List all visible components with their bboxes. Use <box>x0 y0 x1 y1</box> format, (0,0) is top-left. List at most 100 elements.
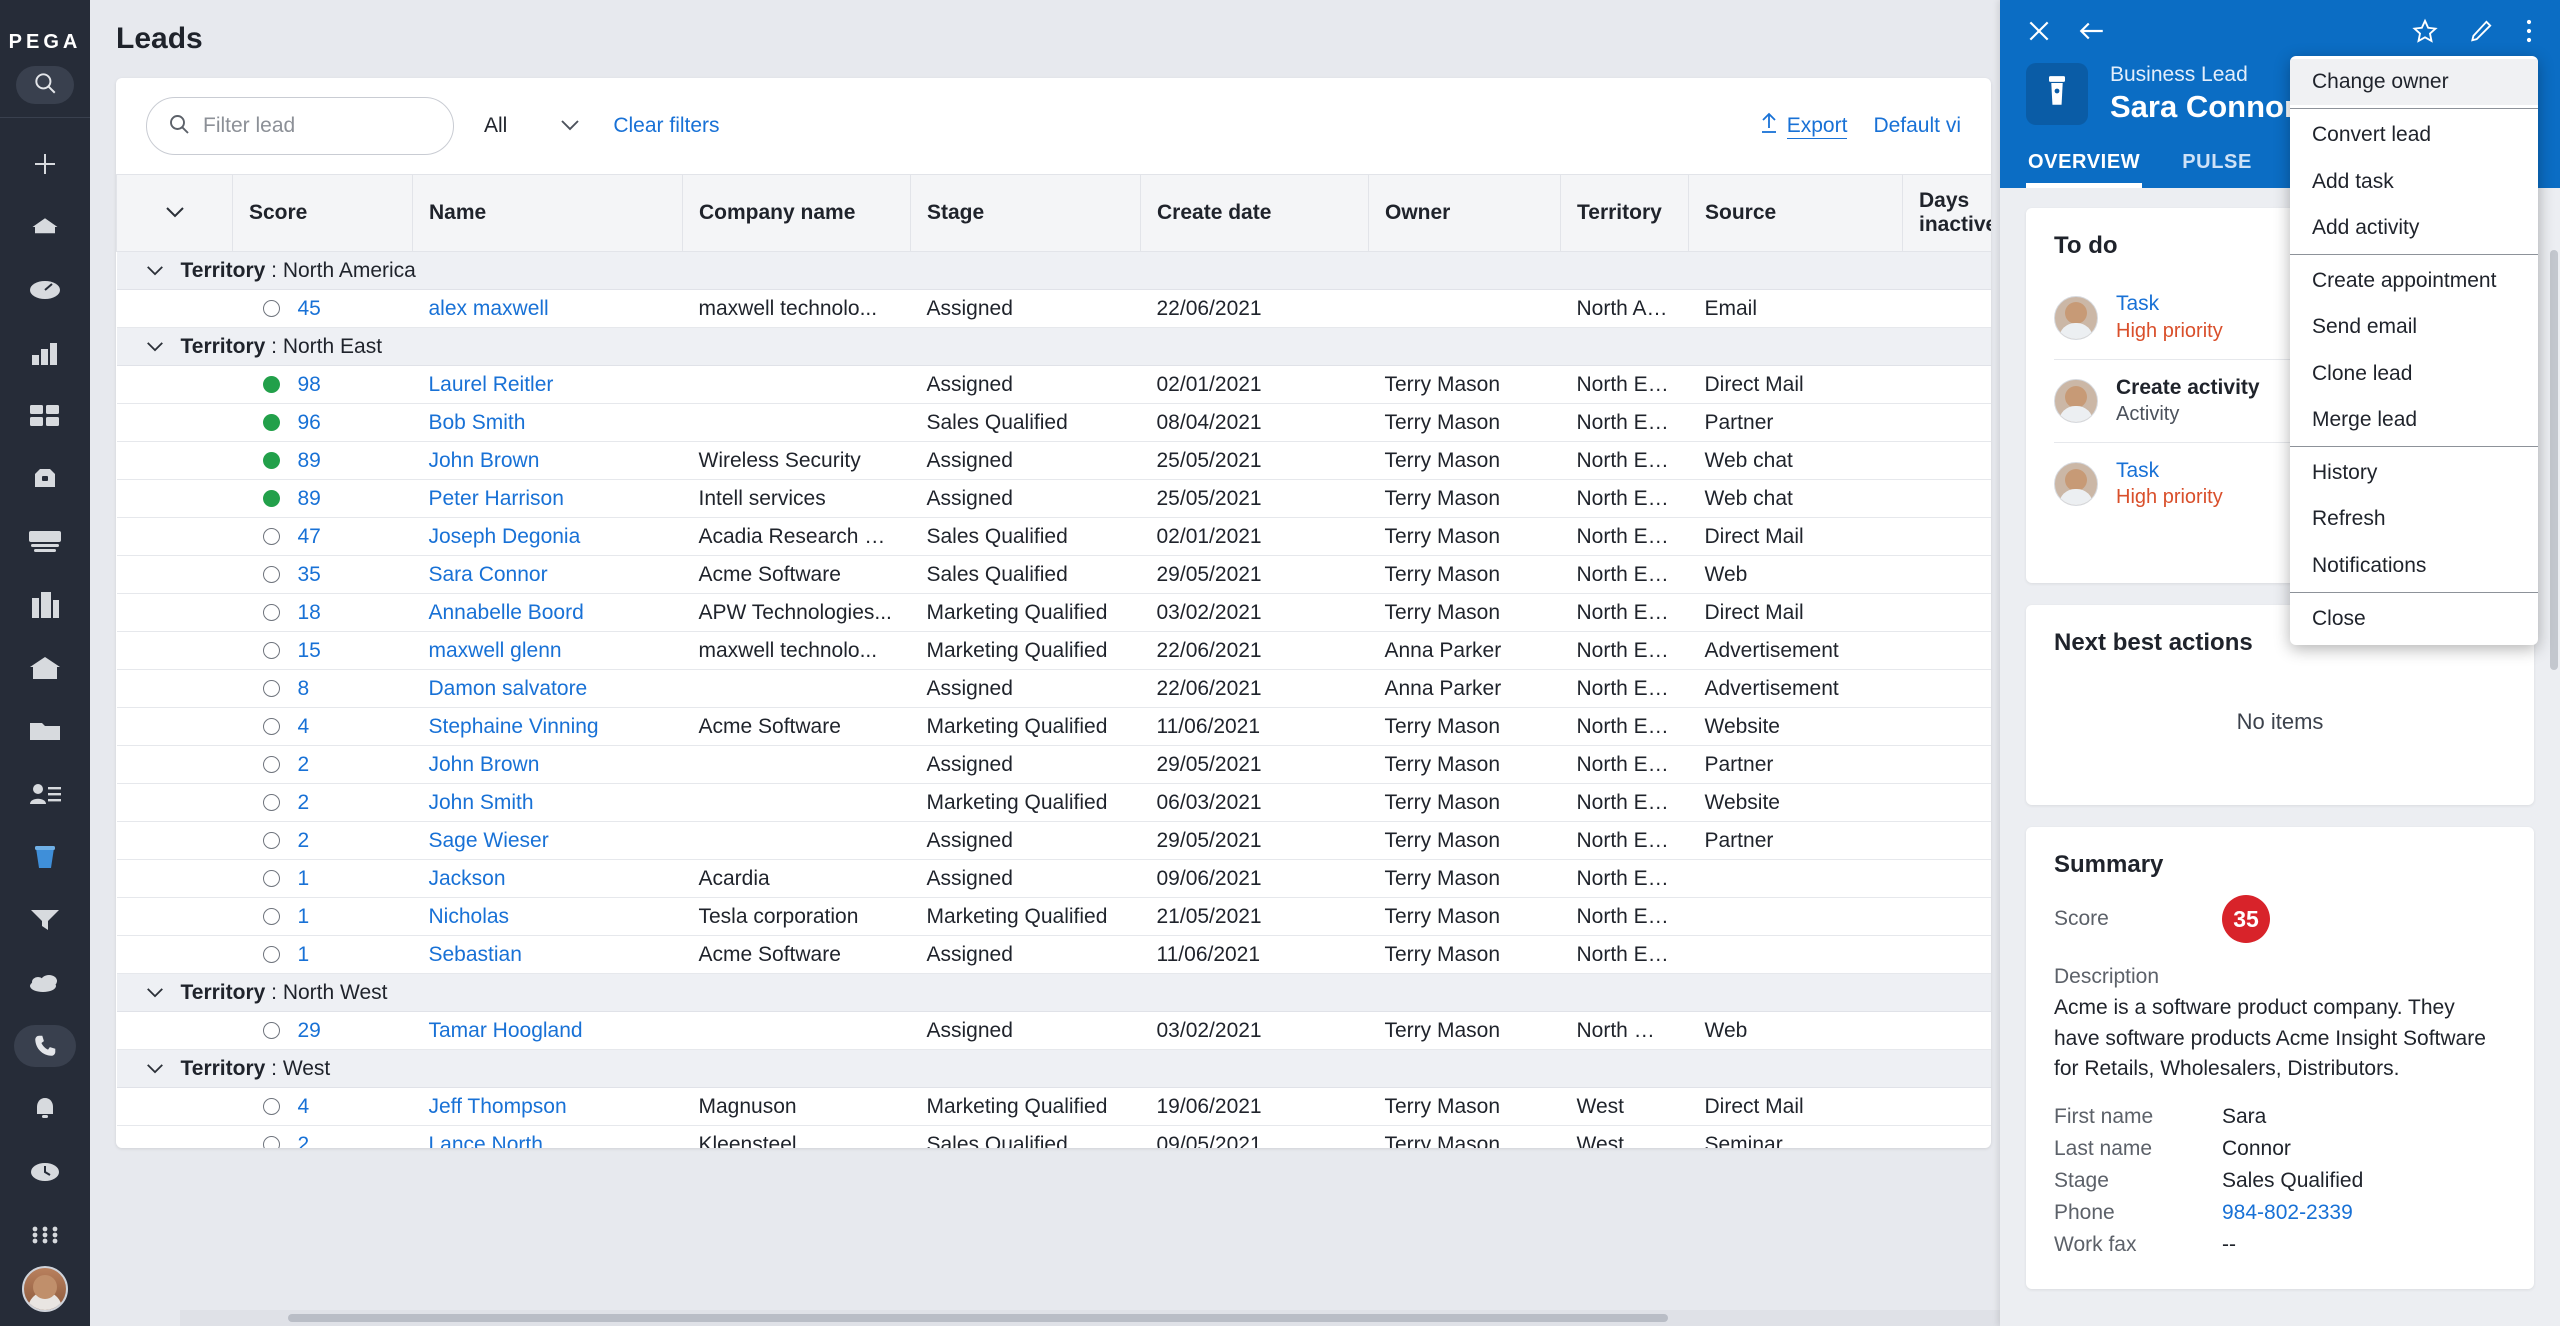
lead-name-link[interactable]: Annabelle Boord <box>429 601 584 624</box>
menu-item-refresh[interactable]: Refresh <box>2290 496 2538 542</box>
sidebar-item-accounts[interactable] <box>0 636 90 699</box>
lead-name-link[interactable]: Sage Wieser <box>429 829 549 852</box>
lead-name-link[interactable]: Tamar Hoogland <box>429 1019 583 1042</box>
column-header-create-date[interactable]: Create date <box>1141 175 1369 252</box>
score-link[interactable]: 45 <box>298 297 321 321</box>
chevron-down-icon[interactable] <box>145 335 165 358</box>
tab-overview[interactable]: OVERVIEW <box>2026 143 2142 188</box>
column-header-expand[interactable] <box>117 175 233 252</box>
menu-item-notifications[interactable]: Notifications <box>2290 543 2538 589</box>
table-row[interactable]: 35Sara ConnorAcme SoftwareSales Qualifie… <box>117 556 1992 594</box>
score-link[interactable]: 35 <box>298 563 321 587</box>
lead-name-link[interactable]: alex maxwell <box>429 297 549 320</box>
column-header-company-name[interactable]: Company name <box>683 175 911 252</box>
score-link[interactable]: 18 <box>298 601 321 625</box>
horizontal-scrollbar[interactable] <box>180 1310 2090 1326</box>
lead-name-link[interactable]: Jackson <box>429 867 506 890</box>
lead-name-link[interactable]: Lance North <box>429 1133 543 1148</box>
todo-item-title[interactable]: Task <box>2116 459 2159 482</box>
sidebar-item-documents[interactable] <box>0 699 90 762</box>
table-row[interactable]: 89Peter HarrisonIntell servicesAssigned2… <box>117 480 1992 518</box>
lead-name-link[interactable]: John Brown <box>429 449 540 472</box>
lead-name-link[interactable]: Laurel Reitler <box>429 373 554 396</box>
sidebar-item-opportunities[interactable] <box>0 447 90 510</box>
score-link[interactable]: 47 <box>298 525 321 549</box>
sidebar-item-home[interactable] <box>0 195 90 258</box>
sidebar-item-recents[interactable] <box>0 1140 90 1203</box>
table-row[interactable]: 29Tamar HooglandAssigned03/02/2021Terry … <box>117 1012 1992 1050</box>
column-header-name[interactable]: Name <box>413 175 683 252</box>
table-group-row[interactable]: Territory : North East <box>117 328 1992 366</box>
sidebar-item-apps[interactable] <box>0 384 90 447</box>
sidebar-item-calls[interactable] <box>0 1014 90 1077</box>
table-row[interactable]: 2Sage WieserAssigned29/05/2021Terry Maso… <box>117 822 1992 860</box>
table-group-row[interactable]: Territory : North West <box>117 974 1992 1012</box>
export-button[interactable]: Export <box>1759 112 1848 140</box>
score-link[interactable]: 89 <box>298 487 321 511</box>
menu-item-add-activity[interactable]: Add activity <box>2290 205 2538 251</box>
sidebar-item-forecast[interactable] <box>0 951 90 1014</box>
table-row[interactable]: 89John BrownWireless SecurityAssigned25/… <box>117 442 1992 480</box>
table-row[interactable]: 2John BrownAssigned29/05/2021Terry Mason… <box>117 746 1992 784</box>
tab-pulse[interactable]: PULSE <box>2180 143 2254 188</box>
score-link[interactable]: 15 <box>298 639 321 663</box>
lead-name-link[interactable]: Sara Connor <box>429 563 548 586</box>
score-link[interactable]: 29 <box>298 1019 321 1043</box>
clear-filters-button[interactable]: Clear filters <box>613 114 719 138</box>
table-row[interactable]: 96Bob SmithSales Qualified08/04/2021Terr… <box>117 404 1992 442</box>
filter-lead-container[interactable] <box>146 97 454 155</box>
star-icon[interactable] <box>2412 18 2438 44</box>
lead-name-link[interactable]: Jeff Thompson <box>429 1095 567 1118</box>
lead-name-link[interactable]: Joseph Degonia <box>429 525 581 548</box>
summary-field-value[interactable]: 984-802-2339 <box>2222 1201 2353 1225</box>
sidebar-item-reports[interactable] <box>0 321 90 384</box>
score-link[interactable]: 96 <box>298 411 321 435</box>
sidebar-item-leads[interactable] <box>0 825 90 888</box>
table-row[interactable]: 45alex maxwellmaxwell technolo...Assigne… <box>117 290 1992 328</box>
avatar[interactable] <box>22 1266 68 1312</box>
column-header-source[interactable]: Source <box>1689 175 1903 252</box>
score-link[interactable]: 2 <box>298 753 310 777</box>
menu-item-convert-lead[interactable]: Convert lead <box>2290 112 2538 158</box>
column-header-days-inactive[interactable]: Days inactive <box>1903 175 1992 252</box>
column-header-score[interactable]: Score <box>233 175 413 252</box>
table-group-row[interactable]: Territory : West <box>117 1050 1992 1088</box>
sidebar-item-organizations[interactable] <box>0 573 90 636</box>
todo-item-title[interactable]: Task <box>2116 292 2159 315</box>
chevron-down-icon[interactable] <box>145 1057 165 1080</box>
panel-vertical-scrollbar[interactable] <box>2550 250 2558 670</box>
menu-item-history[interactable]: History <box>2290 450 2538 496</box>
score-link[interactable]: 1 <box>298 905 310 929</box>
column-header-territory[interactable]: Territory <box>1561 175 1689 252</box>
score-link[interactable]: 98 <box>298 373 321 397</box>
scrollbar-thumb[interactable] <box>288 1314 1668 1322</box>
table-row[interactable]: 15maxwell glennmaxwell technolo...Market… <box>117 632 1992 670</box>
lead-name-link[interactable]: Damon salvatore <box>429 677 588 700</box>
table-row[interactable]: 4Stephaine VinningAcme SoftwareMarketing… <box>117 708 1992 746</box>
table-row[interactable]: 47Joseph DegoniaAcadia Research C...Sale… <box>117 518 1992 556</box>
score-link[interactable]: 4 <box>298 715 310 739</box>
sidebar-item-contacts[interactable] <box>0 762 90 825</box>
menu-item-add-task[interactable]: Add task <box>2290 159 2538 205</box>
sidebar-item-notifications[interactable] <box>0 1077 90 1140</box>
table-row[interactable]: 1SebastianAcme SoftwareAssigned11/06/202… <box>117 936 1992 974</box>
lead-name-link[interactable]: Bob Smith <box>429 411 526 434</box>
table-row[interactable]: 2Lance NorthKleensteelSales Qualified09/… <box>117 1126 1992 1148</box>
lead-name-link[interactable]: Sebastian <box>429 943 522 966</box>
view-select[interactable]: All <box>484 114 581 138</box>
lead-name-link[interactable]: Nicholas <box>429 905 510 928</box>
sidebar-item-create[interactable] <box>0 132 90 195</box>
lead-name-link[interactable]: Peter Harrison <box>429 487 564 510</box>
score-link[interactable]: 2 <box>298 1133 310 1148</box>
more-vertical-icon[interactable] <box>2524 18 2534 44</box>
sidebar-item-dashboard[interactable] <box>0 258 90 321</box>
pencil-icon[interactable] <box>2468 18 2494 44</box>
score-link[interactable]: 2 <box>298 829 310 853</box>
table-row[interactable]: 8Damon salvatoreAssigned22/06/2021Anna P… <box>117 670 1992 708</box>
default-view-button[interactable]: Default vi <box>1873 114 1961 138</box>
chevron-down-icon[interactable] <box>145 259 165 282</box>
sidebar-item-pipeline[interactable] <box>0 888 90 951</box>
table-row[interactable]: 2John SmithMarketing Qualified06/03/2021… <box>117 784 1992 822</box>
score-link[interactable]: 8 <box>298 677 310 701</box>
table-row[interactable]: 98Laurel ReitlerAssigned02/01/2021Terry … <box>117 366 1992 404</box>
